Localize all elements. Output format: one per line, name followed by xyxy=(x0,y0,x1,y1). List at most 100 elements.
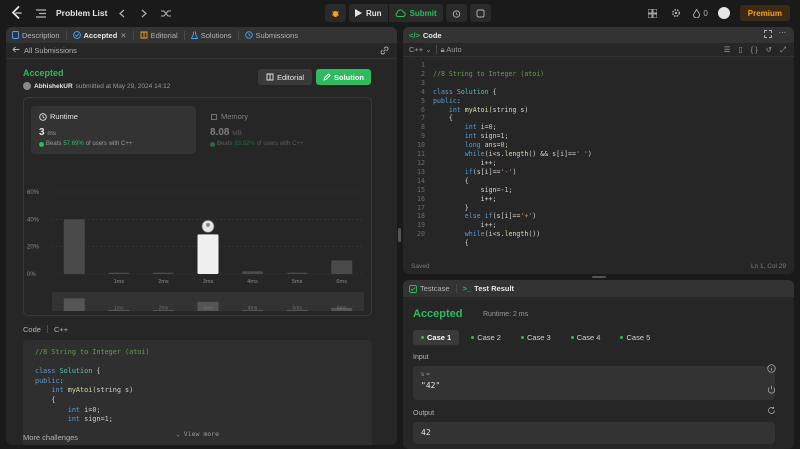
leetcode-logo-icon[interactable] xyxy=(10,6,24,20)
cloud-upload-icon xyxy=(395,9,406,17)
auto-mode-toggle[interactable]: 🔒︎ Auto xyxy=(441,45,462,55)
close-tab-icon[interactable]: ✕ xyxy=(120,31,126,40)
horizontal-splitter[interactable] xyxy=(592,276,606,278)
line-number: 9 xyxy=(421,132,425,141)
histogram-bar xyxy=(242,271,264,274)
code-language-label: C++ xyxy=(53,325,69,334)
vertical-splitter[interactable] xyxy=(398,228,401,242)
tab-testcase[interactable]: Testcase xyxy=(409,284,450,293)
problem-list-icon[interactable] xyxy=(34,6,48,20)
code-line: i++; xyxy=(433,194,497,203)
case-tab-5[interactable]: Case 5 xyxy=(612,330,658,345)
case-tab-1[interactable]: Case 1 xyxy=(413,330,460,345)
input-box[interactable]: s = "42" xyxy=(413,366,775,400)
solution-button[interactable]: Solution xyxy=(316,69,371,85)
tab-editorial[interactable]: Editorial xyxy=(140,31,178,40)
alarm-icon xyxy=(452,9,460,18)
submit-button[interactable]: Submit xyxy=(388,4,443,22)
runtime-distribution-chart[interactable]: 0% 20% 40% 60% 1ms 2ms 3ms 4ms 5ms 6ms 1ms 2ms 3ms 4m… xyxy=(24,98,373,317)
code-brackets-icon: </> xyxy=(409,30,420,40)
shuffle-icon[interactable] xyxy=(159,6,173,20)
reset-icon[interactable]: ↺ xyxy=(766,45,772,55)
case-tab-3[interactable]: Case 3 xyxy=(513,330,559,345)
stats-box: Runtime 3 ms Beats 57.69% of users with … xyxy=(23,97,372,316)
overview-tick-label: 2ms xyxy=(159,306,169,312)
refresh-icon[interactable] xyxy=(767,406,776,417)
case-tab-4[interactable]: Case 4 xyxy=(563,330,609,345)
line-number: 2 xyxy=(421,69,425,78)
output-value: 42 xyxy=(421,428,431,437)
play-icon xyxy=(355,9,362,17)
back-arrow-icon[interactable] xyxy=(12,46,20,55)
next-problem-icon[interactable] xyxy=(137,6,151,20)
bookmark-icon[interactable]: ▯ xyxy=(738,45,742,55)
info-icon[interactable] xyxy=(767,364,776,375)
code-preview-line: int sign=1; xyxy=(67,415,113,424)
submission-subbar: All Submissions xyxy=(6,43,397,59)
line-number: 20 xyxy=(417,230,425,239)
test-side-toolbar xyxy=(767,364,776,417)
output-box[interactable]: 42 xyxy=(413,422,775,444)
line-number: 17 xyxy=(417,203,425,212)
power-icon[interactable] xyxy=(767,385,776,396)
expand-icon[interactable]: ⤢ xyxy=(780,45,786,55)
maximize-icon[interactable] xyxy=(764,30,772,40)
code-line: //8 String to Integer (atoi) xyxy=(433,69,545,78)
y-tick-label: 60% xyxy=(27,190,40,196)
x-tick-label: 2ms xyxy=(158,279,169,285)
code-panel-header: </> Code ⋯ xyxy=(403,27,794,43)
code-text[interactable]: //8 String to Integer (atoi) class Solut… xyxy=(433,61,592,266)
code-line: int myAtoi(string s) xyxy=(448,105,529,114)
tab-solutions[interactable]: Solutions xyxy=(190,31,232,40)
submission-status: Accepted xyxy=(23,68,64,78)
premium-button[interactable]: Premium xyxy=(739,5,790,21)
format-lines-icon[interactable]: ☰ xyxy=(724,45,731,55)
run-button[interactable]: Run xyxy=(349,4,388,22)
more-options-icon[interactable]: ⋯ xyxy=(779,28,787,37)
tab-code[interactable]: </> Code xyxy=(409,31,442,40)
editorial-button[interactable]: Editorial xyxy=(258,69,312,85)
line-number: 7 xyxy=(421,114,425,123)
overview-tick-label: 1ms xyxy=(114,306,124,312)
histogram-bar xyxy=(63,219,85,274)
share-link-icon[interactable] xyxy=(380,46,389,57)
user-avatar[interactable] xyxy=(717,7,730,19)
code-line: while(i<s.length()) xyxy=(464,230,541,239)
code-preview-line: public: xyxy=(35,376,64,385)
language-select[interactable]: C++ ⌄ xyxy=(409,45,432,54)
submitter-username[interactable]: AbhishekUR xyxy=(34,83,73,90)
test-runtime: Runtime: 2 ms xyxy=(483,311,529,318)
prev-problem-icon[interactable] xyxy=(115,6,129,20)
code-line: int sign=1; xyxy=(464,132,509,141)
save-status: Saved xyxy=(411,262,430,270)
overview-tick-label: 3ms xyxy=(203,306,213,312)
code-line: { xyxy=(433,176,469,185)
tab-submissions[interactable]: Submissions xyxy=(244,31,298,40)
code-line: class Solution { xyxy=(433,87,497,96)
debug-button[interactable] xyxy=(325,4,346,22)
overview-tick-label: 5ms xyxy=(292,306,302,312)
problem-list-link[interactable]: Problem List xyxy=(56,8,107,18)
histogram-bar xyxy=(152,272,174,274)
code-preview-line: //8 String to Integer (atoi) xyxy=(35,348,150,356)
editorial-book-icon xyxy=(140,31,148,39)
tab-description[interactable]: Description xyxy=(12,31,60,40)
streak-counter[interactable]: 0 xyxy=(693,8,708,18)
case-tab-2[interactable]: Case 2 xyxy=(463,330,509,345)
settings-gear-icon[interactable] xyxy=(669,6,683,20)
submitter-avatar xyxy=(23,82,31,90)
braces-icon[interactable]: { } xyxy=(751,45,758,55)
layout-grid-icon[interactable] xyxy=(645,6,659,20)
submitted-code-preview[interactable]: //8 String to Integer (atoi) class Solut… xyxy=(23,340,372,445)
notes-button[interactable] xyxy=(469,4,491,22)
code-preview-line xyxy=(35,358,360,368)
tab-test-result[interactable]: >_ Test Result xyxy=(463,284,514,293)
code-editor[interactable]: 1 2 3 4 5 6 7 8 9 10 11 12 13 14 15 16 17 18 19 20 //8 Stri… xyxy=(403,57,794,253)
code-line: long ans=0; xyxy=(464,141,509,150)
timer-button[interactable] xyxy=(445,4,467,22)
all-submissions-link[interactable]: All Submissions xyxy=(24,46,77,55)
code-line: else if(s[i]=='+') xyxy=(464,212,537,221)
line-number: 16 xyxy=(417,194,425,203)
tab-accepted[interactable]: Accepted ✕ xyxy=(72,31,127,40)
